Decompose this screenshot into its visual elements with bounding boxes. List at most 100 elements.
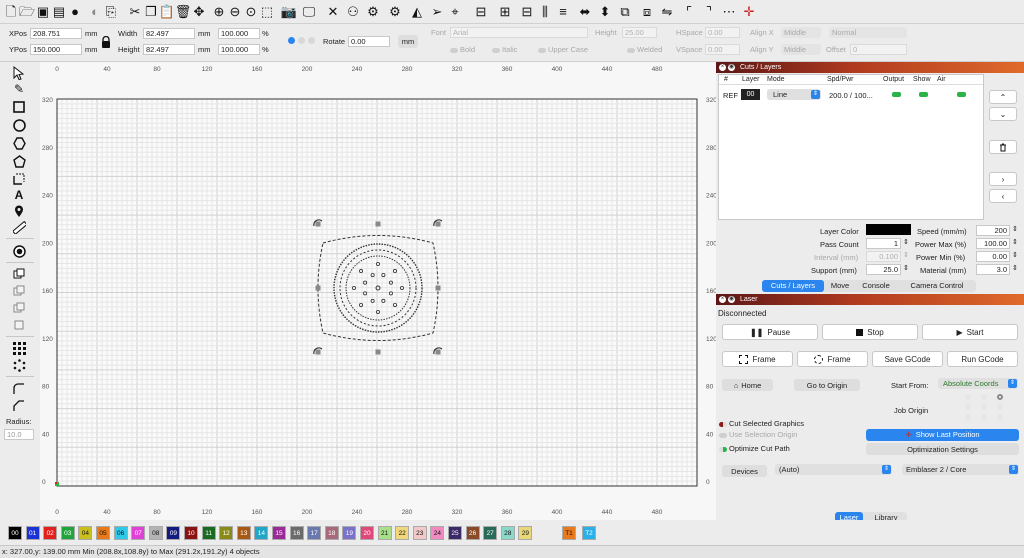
power-min-input[interactable]: 0.00	[976, 251, 1010, 262]
run-gcode-button[interactable]: Run GCode	[947, 351, 1018, 367]
origin-radio[interactable]	[981, 404, 987, 410]
palette-swatch-29[interactable]: 29	[518, 526, 533, 540]
ellipse-tool-icon[interactable]	[11, 118, 27, 132]
optimize-cut-path-toggle[interactable]: Optimize Cut Path	[719, 444, 790, 453]
ypos-input[interactable]: 150.000	[30, 44, 82, 55]
uppercase-checkbox[interactable]: Upper Case	[538, 45, 588, 54]
origin-radio[interactable]	[981, 394, 987, 400]
copy-2-icon[interactable]: ❐	[143, 3, 159, 19]
xpos-input[interactable]: 208.751	[30, 28, 82, 39]
palette-swatch-16[interactable]: 16	[289, 526, 304, 540]
corner-chamfer-icon[interactable]	[11, 399, 27, 413]
float-icon[interactable]: ◉	[728, 296, 735, 303]
send-icon[interactable]: ➢	[429, 3, 445, 19]
monitor-icon[interactable]: 🖵	[301, 3, 317, 19]
stepper-icon[interactable]: ⇕	[903, 264, 909, 272]
align-y-select[interactable]: Middle	[781, 44, 821, 55]
circle-gray-icon[interactable]: ◐	[87, 3, 103, 19]
stepper-icon[interactable]: ⇕	[903, 238, 909, 246]
copy-icon[interactable]: ⎘	[103, 3, 119, 19]
rotate-unit-button[interactable]: mm	[398, 35, 418, 48]
stop-button[interactable]: Stop	[822, 324, 918, 340]
frame-rect-button[interactable]: Frame	[722, 351, 793, 367]
palette-swatch-T1[interactable]: T1	[562, 526, 576, 540]
palette-swatch-T2[interactable]: T2	[582, 526, 596, 540]
lock-icon[interactable]	[101, 35, 111, 48]
origin-radio[interactable]	[981, 414, 987, 420]
align-right-icon[interactable]: ⊟	[519, 3, 535, 19]
zoom-fit-icon[interactable]: ⊙	[243, 3, 259, 19]
stepper-icon[interactable]: ⇕	[1012, 238, 1018, 246]
radius-input[interactable]: 10.0	[4, 429, 34, 440]
new-file-icon[interactable]: 🗋	[3, 3, 19, 19]
palette-swatch-18[interactable]: 18	[324, 526, 339, 540]
palette-swatch-22[interactable]: 22	[395, 526, 410, 540]
layer-color-swatch[interactable]	[866, 224, 911, 235]
text-tool-icon[interactable]: A	[11, 188, 27, 202]
camera-icon[interactable]: 📷	[281, 3, 297, 19]
start-from-select[interactable]: Absolute Coords ⇕	[938, 378, 1018, 389]
palette-swatch-15[interactable]: 15	[272, 526, 286, 540]
weld-icon[interactable]	[11, 318, 27, 332]
size-v-icon[interactable]: ⬍	[597, 3, 613, 19]
text-height-input[interactable]: 25.00	[622, 27, 657, 38]
rectangle-tool-icon[interactable]	[11, 100, 27, 114]
align-x-select[interactable]: Middle	[781, 27, 821, 38]
port-select[interactable]: (Auto) ⇕	[775, 464, 892, 475]
pentagon-tool-icon[interactable]	[11, 154, 27, 168]
scale-width-input[interactable]: 100.000	[218, 28, 260, 39]
palette-swatch-00[interactable]: 00	[8, 526, 22, 540]
align-icon[interactable]: ⚙	[365, 3, 381, 19]
users-icon[interactable]: ⚇	[345, 3, 361, 19]
circle-filled-icon[interactable]: ●	[67, 3, 83, 19]
float-icon[interactable]: ◉	[728, 64, 735, 71]
stepper-icon[interactable]: ⇕	[903, 251, 909, 259]
size-h-icon[interactable]: ⬌	[577, 3, 593, 19]
tab-console[interactable]: Console	[856, 280, 896, 292]
delete-icon[interactable]: 🗑	[175, 3, 192, 19]
height-input[interactable]: 82.497	[143, 44, 195, 55]
scale-height-input[interactable]: 100.000	[218, 44, 260, 55]
italic-checkbox[interactable]: Italic	[492, 45, 517, 54]
pause-button[interactable]: ❚❚ Pause	[722, 324, 818, 340]
tab-move[interactable]: Move	[826, 280, 854, 292]
group-icon[interactable]: ⧉	[617, 3, 633, 19]
origin-radio-selected[interactable]	[997, 394, 1003, 400]
palette-swatch-19[interactable]: 19	[342, 526, 357, 540]
tab-camera-control[interactable]: Camera Control	[898, 280, 976, 292]
palette-swatch-26[interactable]: 26	[465, 526, 480, 540]
corner-tl-icon[interactable]: ⌜	[681, 3, 697, 19]
cut-selected-toggle[interactable]: Cut Selected Graphics	[719, 419, 804, 428]
palette-swatch-14[interactable]: 14	[254, 526, 269, 540]
anchor-radio[interactable]	[298, 37, 305, 44]
tab-cuts-layers[interactable]: Cuts / Layers	[762, 280, 824, 292]
paste-icon[interactable]: 📋	[159, 3, 175, 19]
select-rect-icon[interactable]: ⬚	[259, 3, 275, 19]
mode-select[interactable]: Line ⇕	[767, 89, 821, 100]
pass-count-input[interactable]: 1	[866, 238, 901, 249]
workspace-canvas[interactable]: 0 0 40 40 80 80 120 120 160 160 200 200 240 240 280 280…	[40, 62, 716, 520]
palette-swatch-09[interactable]: 09	[166, 526, 181, 540]
ungroup-icon[interactable]: ⧈	[639, 3, 655, 19]
show-toggle[interactable]	[919, 92, 928, 97]
anchor-radio-selected[interactable]	[288, 37, 295, 44]
vspace-input[interactable]: 0.00	[705, 44, 740, 55]
move-layer-up-button[interactable]: ⌃	[989, 90, 1017, 104]
crop-tool-icon[interactable]	[11, 172, 27, 186]
close-icon[interactable]: ×	[719, 296, 726, 303]
palette-swatch-28[interactable]: 28	[500, 526, 515, 540]
palette-swatch-05[interactable]: 05	[96, 526, 110, 540]
width-input[interactable]: 82.497	[143, 28, 195, 39]
measure-ruler-icon[interactable]	[11, 220, 27, 234]
save-as-icon[interactable]: ▤	[51, 3, 67, 19]
anchor-radio[interactable]	[308, 37, 315, 44]
select-arrow-icon[interactable]	[11, 66, 27, 80]
zoom-in-icon[interactable]: ⊕	[211, 3, 227, 19]
align-left-icon[interactable]: ⊟	[473, 3, 489, 19]
move-layer-down-button[interactable]: ⌄	[989, 107, 1017, 121]
palette-swatch-17[interactable]: 17	[307, 526, 322, 540]
text-style-select[interactable]: Normal	[829, 27, 907, 38]
origin-radio[interactable]	[965, 414, 971, 420]
origin-radio[interactable]	[997, 414, 1003, 420]
tools-icon[interactable]: ✕	[325, 3, 341, 19]
